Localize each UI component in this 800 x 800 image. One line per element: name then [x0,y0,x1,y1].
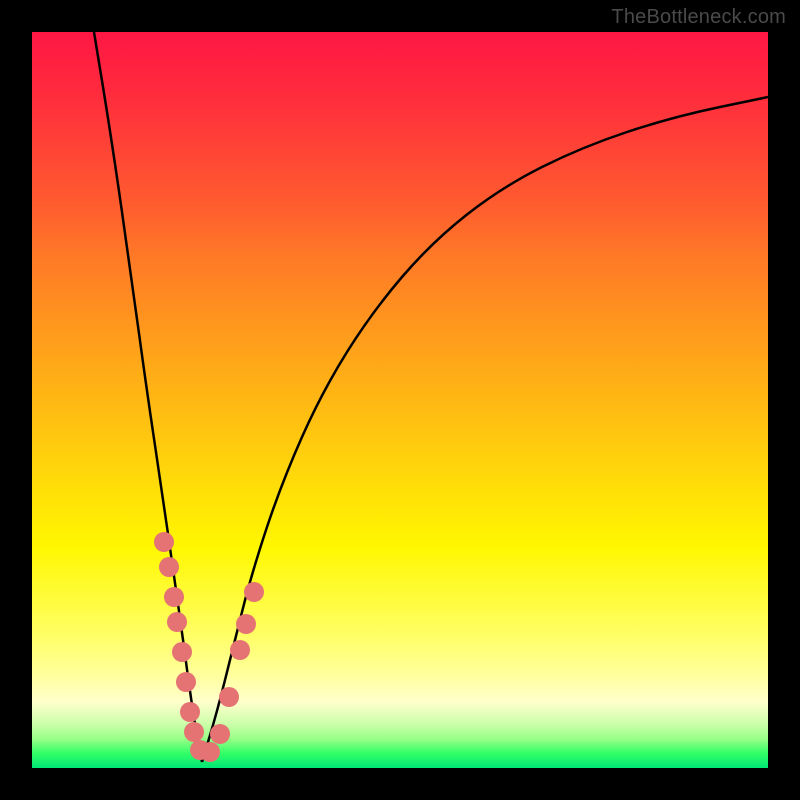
curve-marker [176,672,196,692]
curve-marker [180,702,200,722]
curve-marker [230,640,250,660]
curve-marker [172,642,192,662]
curve-markers [154,532,264,762]
curve-marker [159,557,179,577]
bottleneck-curve [32,32,768,768]
watermark-text: TheBottleneck.com [611,6,786,29]
curve-marker [236,614,256,634]
curve-marker [167,612,187,632]
curve-marker [154,532,174,552]
curve-marker [200,742,220,762]
curve-marker [219,687,239,707]
curve-right-branch [202,97,768,762]
curve-marker [210,724,230,744]
chart-frame: TheBottleneck.com [0,0,800,800]
curve-marker [244,582,264,602]
chart-plot-area [32,32,768,768]
curve-marker [184,722,204,742]
curve-marker [164,587,184,607]
